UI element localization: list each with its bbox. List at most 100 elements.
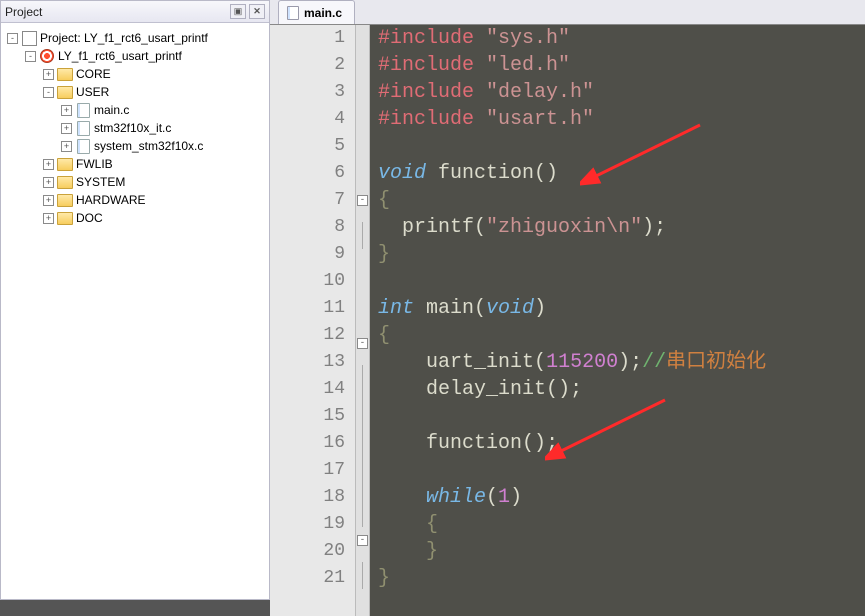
tree-folder-core[interactable]: + CORE	[3, 65, 267, 83]
line-number: 4	[270, 106, 355, 133]
line-number: 7	[270, 187, 355, 214]
project-root-icon	[21, 31, 37, 45]
code-line	[370, 268, 865, 295]
pin-icon: ▣	[234, 6, 243, 17]
code-line: }	[370, 538, 865, 565]
code-line	[370, 133, 865, 160]
code-line: #include "delay.h"	[370, 79, 865, 106]
tree-folder-fwlib[interactable]: + FWLIB	[3, 155, 267, 173]
expander-icon[interactable]: +	[43, 177, 54, 188]
tree-file-main[interactable]: + main.c	[3, 101, 267, 119]
expander-icon[interactable]: +	[43, 213, 54, 224]
folder-label-user: USER	[76, 85, 109, 99]
line-number: 8	[270, 214, 355, 241]
file-icon	[287, 6, 299, 20]
folder-label-system: SYSTEM	[76, 175, 125, 189]
project-panel: Project ▣ ✕ - Project: LY_f1_rct6_usart_…	[0, 0, 270, 600]
expander-icon[interactable]: -	[25, 51, 36, 62]
tree-root[interactable]: - Project: LY_f1_rct6_usart_printf	[3, 29, 267, 47]
folder-icon	[57, 211, 73, 225]
code-line: }	[370, 241, 865, 268]
code-line: #include "usart.h"	[370, 106, 865, 133]
folder-icon	[57, 85, 73, 99]
line-number: 20	[270, 538, 355, 565]
tree-file-syscfg[interactable]: + system_stm32f10x.c	[3, 137, 267, 155]
line-number: 15	[270, 403, 355, 430]
tree-folder-hardware[interactable]: + HARDWARE	[3, 191, 267, 209]
code-line: function();	[370, 430, 865, 457]
fold-gutter[interactable]: - - -	[356, 25, 370, 616]
tab-label: main.c	[304, 6, 342, 20]
line-number: 14	[270, 376, 355, 403]
code-line: uart_init(115200);//串口初始化	[370, 349, 865, 376]
expander-icon[interactable]: -	[7, 33, 18, 44]
line-number: 9	[270, 241, 355, 268]
file-label-it: stm32f10x_it.c	[94, 121, 171, 135]
tree-file-it[interactable]: + stm32f10x_it.c	[3, 119, 267, 137]
code-line: {	[370, 322, 865, 349]
tree-folder-system[interactable]: + SYSTEM	[3, 173, 267, 191]
code-line	[370, 457, 865, 484]
tree-target[interactable]: - LY_f1_rct6_usart_printf	[3, 47, 267, 65]
tree-folder-doc[interactable]: + DOC	[3, 209, 267, 227]
line-number: 17	[270, 457, 355, 484]
expander-icon[interactable]: +	[43, 159, 54, 170]
line-number: 18	[270, 484, 355, 511]
file-label-syscfg: system_stm32f10x.c	[94, 139, 203, 153]
code-text[interactable]: #include "sys.h" #include "led.h" #inclu…	[370, 25, 865, 616]
target-icon	[39, 49, 55, 63]
fold-toggle-icon[interactable]: -	[357, 338, 368, 349]
line-number-gutter: 1 2 3 4 5 6 7 8 9 10 11 12 13 14 15 16 1…	[270, 25, 356, 616]
line-number: 12	[270, 322, 355, 349]
code-line: int main(void)	[370, 295, 865, 322]
tab-main-c[interactable]: main.c	[278, 0, 355, 24]
folder-label-core: CORE	[76, 67, 111, 81]
tab-bar[interactable]: main.c	[270, 0, 865, 25]
project-panel-titlebar[interactable]: Project ▣ ✕	[1, 1, 269, 23]
project-tree[interactable]: - Project: LY_f1_rct6_usart_printf - LY_…	[1, 23, 269, 599]
expander-icon[interactable]: -	[43, 87, 54, 98]
folder-icon	[57, 157, 73, 171]
project-panel-title: Project	[5, 5, 227, 19]
line-number: 16	[270, 430, 355, 457]
file-icon	[75, 103, 91, 117]
line-number: 1	[270, 25, 355, 52]
code-line: while(1)	[370, 484, 865, 511]
expander-icon[interactable]: +	[61, 141, 72, 152]
code-line: #include "led.h"	[370, 52, 865, 79]
pin-button[interactable]: ▣	[230, 4, 246, 19]
folder-label-doc: DOC	[76, 211, 103, 225]
line-number: 6	[270, 160, 355, 187]
file-label-main: main.c	[94, 103, 129, 117]
close-panel-button[interactable]: ✕	[249, 4, 265, 19]
expander-icon[interactable]: +	[43, 69, 54, 80]
line-number: 13	[270, 349, 355, 376]
code-line: {	[370, 511, 865, 538]
tree-target-label: LY_f1_rct6_usart_printf	[58, 49, 182, 63]
fold-toggle-icon[interactable]: -	[357, 195, 368, 206]
file-icon	[75, 139, 91, 153]
line-number: 10	[270, 268, 355, 295]
code-line: void function()	[370, 160, 865, 187]
folder-icon	[57, 67, 73, 81]
fold-toggle-icon[interactable]: -	[357, 535, 368, 546]
code-editor[interactable]: 1 2 3 4 5 6 7 8 9 10 11 12 13 14 15 16 1…	[270, 25, 865, 616]
expander-icon[interactable]: +	[61, 105, 72, 116]
file-icon	[75, 121, 91, 135]
line-number: 5	[270, 133, 355, 160]
folder-icon	[57, 193, 73, 207]
code-line: {	[370, 187, 865, 214]
expander-icon[interactable]: +	[43, 195, 54, 206]
code-line	[370, 403, 865, 430]
folder-icon	[57, 175, 73, 189]
editor-area: main.c 1 2 3 4 5 6 7 8 9 10 11 12 13 14 …	[270, 0, 865, 600]
code-line: printf("zhiguoxin\n");	[370, 214, 865, 241]
tree-root-label: Project: LY_f1_rct6_usart_printf	[40, 31, 208, 45]
line-number: 21	[270, 565, 355, 592]
line-number: 3	[270, 79, 355, 106]
line-number: 11	[270, 295, 355, 322]
tree-folder-user[interactable]: - USER	[3, 83, 267, 101]
line-number: 19	[270, 511, 355, 538]
expander-icon[interactable]: +	[61, 123, 72, 134]
folder-label-hardware: HARDWARE	[76, 193, 146, 207]
